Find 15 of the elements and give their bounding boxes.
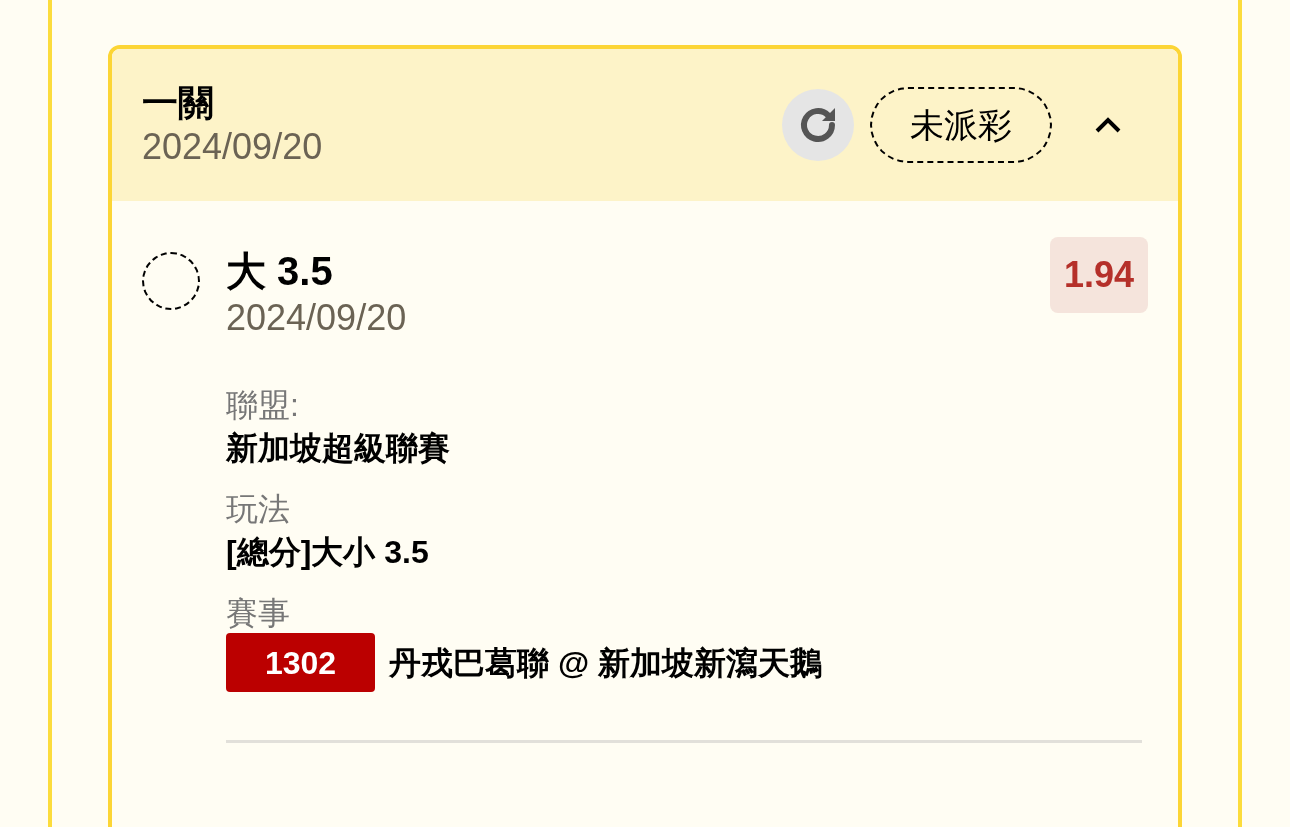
match-id-badge: 1302	[226, 633, 375, 692]
chevron-up-icon	[1094, 116, 1122, 134]
detail-label: 聯盟:	[226, 386, 300, 425]
detail-label: 賽事	[226, 594, 291, 633]
status-pill: 未派彩	[870, 87, 1052, 163]
selection-name: 大 3.5	[226, 248, 334, 295]
odds-badge: 1.94	[1049, 237, 1148, 313]
selection-checkbox[interactable]	[142, 252, 200, 310]
detail-value: 新加坡超級聯賽	[226, 429, 450, 468]
card-title: 一關	[142, 81, 215, 125]
detail-value: [總分]大小 3.5	[226, 533, 429, 572]
selection-date: 2024/09/20	[226, 296, 407, 340]
card-date: 2024/09/20	[142, 125, 323, 169]
detail-value: 丹戎巴葛聯 @ 新加坡新瀉天鵝	[389, 643, 822, 683]
detail-label: 玩法	[226, 490, 291, 529]
